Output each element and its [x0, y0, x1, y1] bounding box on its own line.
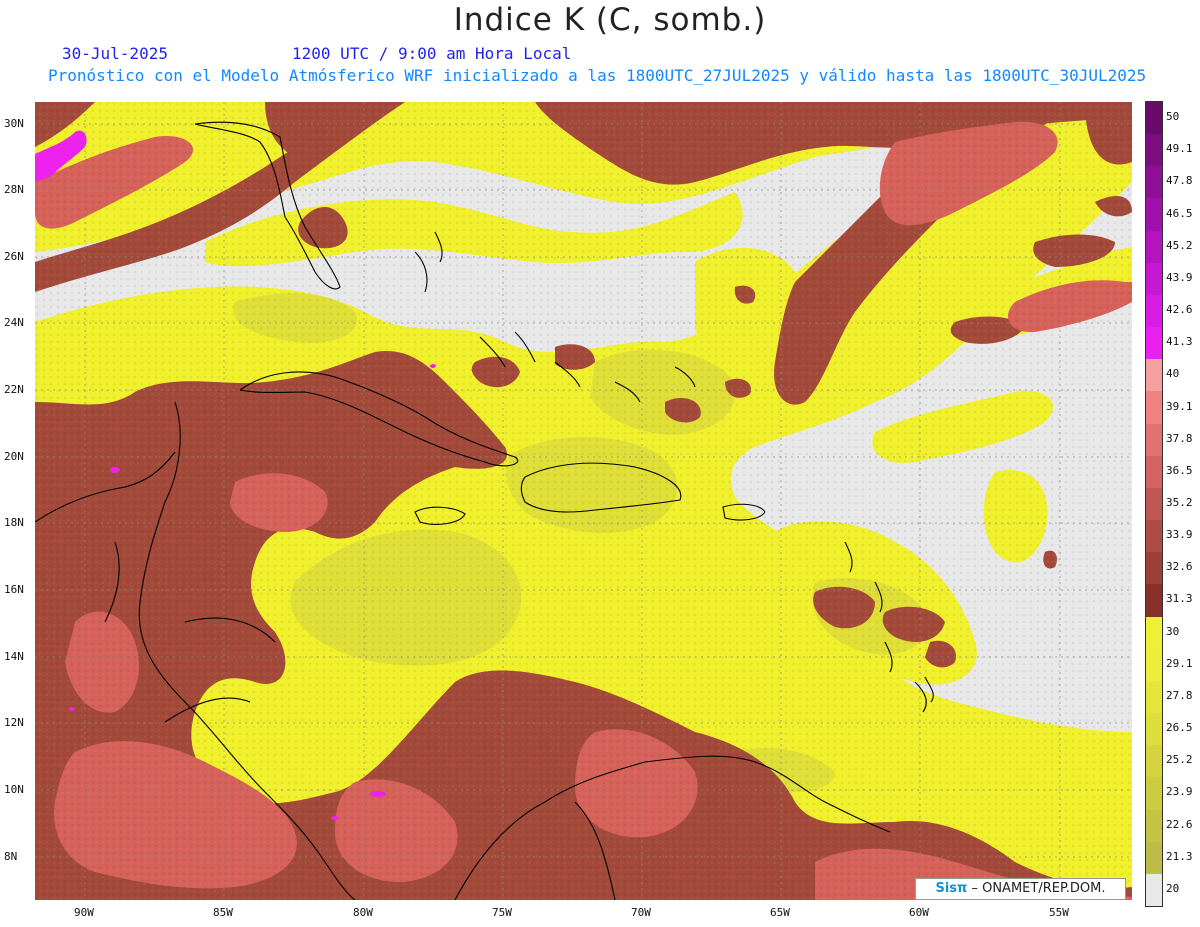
colorbar-label: 21.3 [1166, 849, 1193, 863]
colorbar-segment [1146, 552, 1162, 585]
lon-label: 70W [631, 906, 651, 919]
colorbar-label: 30 [1166, 624, 1180, 638]
colorbar-label: 32.6 [1166, 560, 1193, 574]
colorbar-segment [1146, 262, 1162, 296]
forecast-date: 30-Jul-2025 [62, 44, 168, 63]
colorbar-segment [1146, 487, 1162, 521]
lon-label: 90W [74, 906, 94, 919]
colorbar-segment [1146, 294, 1162, 328]
forecast-description: Pronóstico con el Modelo Atmósferico WRF… [48, 66, 1147, 85]
colorbar-label: 46.5 [1166, 206, 1193, 220]
lat-label: 22N [4, 383, 24, 396]
colorbar-segment [1146, 423, 1162, 457]
lon-label: 55W [1049, 906, 1069, 919]
k-index-map[interactable] [35, 102, 1132, 900]
colorbar-segment [1146, 648, 1162, 682]
colorbar-segment [1146, 809, 1162, 843]
lon-label: 85W [213, 906, 233, 919]
colorbar-segment [1146, 745, 1162, 778]
map-canvas [35, 102, 1132, 900]
lat-label: 12N [4, 716, 24, 729]
colorbar-label: 45.2 [1166, 238, 1193, 252]
colorbar-label: 42.6 [1166, 303, 1193, 317]
lat-label: 14N [4, 650, 24, 663]
lon-label: 65W [770, 906, 790, 919]
lat-label: 28N [4, 183, 24, 196]
colorbar-segment [1146, 166, 1162, 199]
colorbar-label: 47.8 [1166, 174, 1193, 188]
lon-label: 60W [909, 906, 929, 919]
colorbar-segment [1146, 198, 1162, 232]
colorbar-label: 33.9 [1166, 528, 1193, 542]
colorbar-label: 50 [1166, 110, 1180, 124]
colorbar-label: 25.2 [1166, 753, 1193, 767]
colorbar-label: 20 [1166, 881, 1180, 895]
colorbar-segment [1146, 391, 1162, 425]
colorbar-segment [1146, 102, 1162, 135]
lat-label: 24N [4, 316, 24, 329]
colorbar-label: 22.6 [1166, 817, 1193, 831]
colorbar-segment [1146, 873, 1162, 907]
colorbar-label: 39.1 [1166, 399, 1193, 413]
colorbar-label: 36.5 [1166, 463, 1193, 477]
lat-label: 10N [4, 783, 24, 796]
colorbar-label: 41.3 [1166, 335, 1193, 349]
credit-text: – ONAMET/REP.DOM. [971, 881, 1106, 896]
colorbar-segment [1146, 455, 1162, 489]
colorbar-label: 26.5 [1166, 721, 1193, 735]
colorbar-label: 49.1 [1166, 142, 1193, 156]
colorbar-segment [1146, 359, 1162, 392]
colorbar-label: 27.8 [1166, 688, 1193, 702]
colorbar [1145, 101, 1163, 907]
lat-label: 30N [4, 117, 24, 130]
colorbar-label: 37.8 [1166, 431, 1193, 445]
colorbar-segment [1146, 713, 1162, 746]
colorbar-label: 43.9 [1166, 270, 1193, 284]
colorbar-label: 31.3 [1166, 592, 1193, 606]
colorbar-segment [1146, 584, 1162, 618]
colorbar-label: 29.1 [1166, 656, 1193, 670]
lat-label: 18N [4, 516, 24, 529]
lat-label: 16N [4, 583, 24, 596]
map-title: Indice K (C, somb.) [453, 2, 767, 38]
lon-label: 75W [492, 906, 512, 919]
lon-label: 80W [353, 906, 373, 919]
colorbar-segment [1146, 327, 1162, 360]
colorbar-label: 35.2 [1166, 496, 1193, 509]
brand-logo-text: Sisπ [935, 881, 968, 896]
valid-time: 1200 UTC / 9:00 am Hora Local [292, 44, 572, 63]
lat-label: 26N [4, 250, 24, 263]
colorbar-segment [1146, 230, 1162, 264]
colorbar-segment [1146, 616, 1162, 650]
colorbar-label: 23.9 [1166, 785, 1193, 799]
lat-label: 8N [4, 850, 18, 863]
colorbar-segment [1146, 520, 1162, 553]
colorbar-label: 40 [1166, 367, 1180, 381]
colorbar-segment [1146, 680, 1162, 714]
colorbar-segment [1146, 777, 1162, 811]
lat-label: 20N [4, 450, 24, 463]
colorbar-segment [1146, 134, 1162, 167]
colorbar-segment [1146, 841, 1162, 875]
credit-box: Sisπ – ONAMET/REP.DOM. [915, 878, 1126, 900]
